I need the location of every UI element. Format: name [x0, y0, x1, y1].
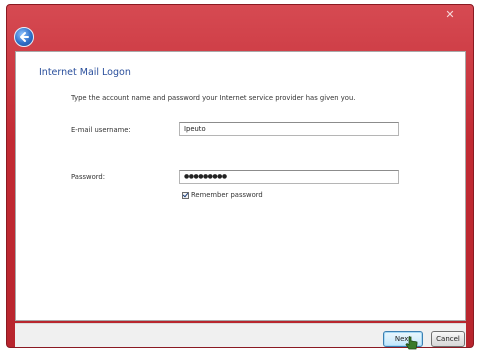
wizard-window: ✕ Internet Mail Logon Type the account n…: [6, 4, 474, 348]
title-bar: ✕: [7, 5, 473, 49]
username-label: E-mail username:: [71, 126, 131, 134]
back-arrow-icon: [20, 32, 29, 42]
cancel-button[interactable]: Cancel: [431, 331, 465, 347]
close-button[interactable]: ✕: [433, 7, 467, 23]
remember-password-checkbox[interactable]: [182, 191, 189, 199]
remember-password-row[interactable]: Remember password: [182, 191, 263, 199]
username-field[interactable]: [179, 122, 399, 136]
password-field[interactable]: ●●●●●●●●●: [179, 170, 399, 184]
password-label: Password:: [71, 173, 106, 181]
back-button[interactable]: [14, 27, 34, 47]
instructions-text: Type the account name and password your …: [71, 94, 356, 102]
wizard-footer: Next Cancel: [15, 323, 466, 347]
wizard-content: Internet Mail Logon Type the account nam…: [15, 51, 466, 321]
hand-pointer-icon: [405, 336, 418, 350]
page-title: Internet Mail Logon: [39, 67, 131, 78]
remember-password-label: Remember password: [191, 191, 263, 199]
